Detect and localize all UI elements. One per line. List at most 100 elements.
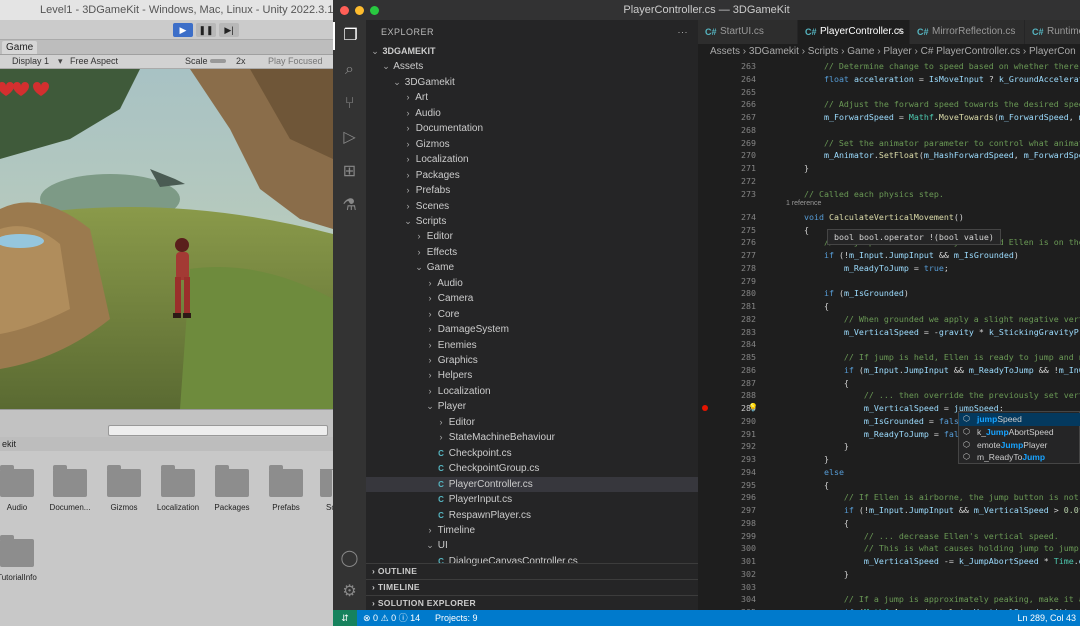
folder-item[interactable]: Packages	[205, 465, 259, 512]
folder-item[interactable]: Audio	[0, 465, 44, 512]
codelens-references[interactable]: 1 reference	[786, 199, 821, 209]
file-item[interactable]: C Checkpoint.cs	[366, 446, 698, 462]
folder-item[interactable]: Gizmos	[97, 465, 151, 512]
code-line[interactable]: 287 {	[698, 377, 1080, 390]
folder-item[interactable]: ⌄ Player	[366, 399, 698, 415]
folder-item[interactable]: › Editor	[366, 415, 698, 431]
folder-item[interactable]: › Packages	[366, 168, 698, 184]
code-line[interactable]: 285 // If jump is held, Ellen is ready t…	[698, 351, 1080, 364]
folder-item[interactable]: Prefabs	[259, 465, 313, 512]
suggestion-item[interactable]: ⬡ jumpSpeed	[959, 413, 1080, 426]
source-control-icon[interactable]: ⑂	[333, 90, 366, 118]
folder-item[interactable]: › Core	[366, 307, 698, 323]
code-line[interactable]: 277 if (!m_Input.JumpInput && m_IsGround…	[698, 249, 1080, 262]
timeline-section[interactable]: › TIMELINE	[366, 579, 698, 595]
file-item[interactable]: C CheckpointGroup.cs	[366, 461, 698, 477]
folder-item[interactable]: › Localization	[366, 384, 698, 400]
code-line[interactable]: 271 }	[698, 162, 1080, 175]
project-search-input[interactable]	[108, 425, 328, 436]
explorer-icon[interactable]: ❐	[333, 22, 366, 50]
breakpoint-icon[interactable]	[702, 405, 708, 411]
folder-item[interactable]: › Helpers	[366, 368, 698, 384]
problems-indicator[interactable]: ⊗ 0 ⚠ 0 ⓘ 14	[363, 610, 420, 626]
code-line[interactable]: 295 {	[698, 479, 1080, 492]
code-line[interactable]: 270 m_Animator.SetFloat(m_HashForwardSpe…	[698, 149, 1080, 162]
solution-explorer-section[interactable]: › SOLUTION EXPLORER	[366, 595, 698, 610]
code-line[interactable]: 279	[698, 275, 1080, 288]
code-line[interactable]: 284	[698, 338, 1080, 351]
play-focused-dropdown[interactable]: Play Focused	[268, 56, 323, 66]
code-line[interactable]: 286 if (m_Input.JumpInput && m_ReadyToJu…	[698, 364, 1080, 377]
code-line[interactable]: 297 if (!m_Input.JumpInput && m_Vertical…	[698, 504, 1080, 517]
folder-item[interactable]: › Effects	[366, 245, 698, 261]
code-line[interactable]: 288 // ... then override the previously …	[698, 389, 1080, 402]
code-line[interactable]: 267 m_ForwardSpeed = Mathf.MoveTowards(m…	[698, 111, 1080, 124]
code-line[interactable]: 272	[698, 175, 1080, 188]
suggestion-item[interactable]: ⬡ k_JumpAbortSpeed	[959, 426, 1080, 439]
folder-item[interactable]: › Enemies	[366, 338, 698, 354]
code-line[interactable]: 302 }	[698, 568, 1080, 581]
suggestion-item[interactable]: ⬡ emoteJumpPlayer	[959, 439, 1080, 452]
code-line[interactable]: 266 // Adjust the forward speed towards …	[698, 98, 1080, 111]
minimize-window-icon[interactable]	[355, 6, 364, 15]
pause-button[interactable]: ❚❚	[196, 23, 216, 37]
step-button[interactable]: ▶|	[219, 23, 239, 37]
game-tab[interactable]: Game	[2, 41, 38, 54]
folder-item[interactable]: ⌄ Scripts	[366, 214, 698, 230]
tab-playercontroller[interactable]: C# PlayerController.cs ×	[798, 20, 910, 44]
code-line[interactable]: 280 if (m_IsGrounded)	[698, 287, 1080, 300]
code-line[interactable]: 283 m_VerticalSpeed = -gravity * k_Stick…	[698, 326, 1080, 339]
extensions-icon[interactable]: ⊞	[333, 158, 366, 186]
code-line[interactable]: 265	[698, 86, 1080, 99]
folder-item[interactable]: › DamageSystem	[366, 322, 698, 338]
folder-item[interactable]: › Documentation	[366, 121, 698, 137]
projects-status[interactable]: Projects: 9	[435, 610, 478, 626]
remote-icon[interactable]: ⇵	[333, 610, 357, 626]
folder-item[interactable]: › Graphics	[366, 353, 698, 369]
close-tab-icon[interactable]: ×	[897, 20, 903, 44]
game-viewport[interactable]	[0, 69, 333, 409]
code-line[interactable]: 268	[698, 124, 1080, 137]
folder-item[interactable]: › Art	[366, 90, 698, 106]
folder-item[interactable]: › Camera	[366, 291, 698, 307]
search-icon[interactable]: ⌕	[333, 56, 366, 84]
code-line[interactable]: 303	[698, 581, 1080, 594]
folder-item[interactable]: › Gizmos	[366, 137, 698, 153]
code-line[interactable]: 264 float acceleration = IsMoveInput ? k…	[698, 73, 1080, 86]
folder-item[interactable]: › Editor	[366, 229, 698, 245]
code-line[interactable]: 301 m_VerticalSpeed -= k_JumpAbortSpeed …	[698, 555, 1080, 568]
folder-item[interactable]: ⌄ UI	[366, 538, 698, 554]
breadcrumb[interactable]: Assets › 3DGamekit › Scripts › Game › Pl…	[698, 44, 1080, 60]
code-line[interactable]: 299 // ... decrease Ellen's vertical spe…	[698, 530, 1080, 543]
folder-item[interactable]: › Localization	[366, 152, 698, 168]
code-line[interactable]: 300 // This is what causes holding jump …	[698, 542, 1080, 555]
cursor-position[interactable]: Ln 289, Col 43	[1017, 610, 1076, 626]
folder-item[interactable]: Localization	[151, 465, 205, 512]
run-debug-icon[interactable]: ▷	[333, 124, 366, 152]
folder-item[interactable]: › Timeline	[366, 523, 698, 539]
close-window-icon[interactable]	[340, 6, 349, 15]
folder-item[interactable]: ⌄ Assets	[366, 59, 698, 75]
file-item[interactable]: C RespawnPlayer.cs	[366, 508, 698, 524]
testing-icon[interactable]: ⚗	[333, 192, 366, 220]
maximize-window-icon[interactable]	[370, 6, 379, 15]
display-dropdown[interactable]: Display 1	[12, 56, 49, 66]
tab-mirrorreflection[interactable]: C# MirrorReflection.cs	[910, 20, 1025, 44]
folder-item[interactable]: ⌄ 3DGamekit	[366, 75, 698, 91]
code-line[interactable]: 304 // If a jump is approximately peakin…	[698, 593, 1080, 606]
folder-item[interactable]: ⌄ 3DGAMEKIT	[366, 44, 698, 60]
code-line[interactable]: 296 // If Ellen is airborne, the jump bu…	[698, 491, 1080, 504]
code-line[interactable]: 269 // Set the animator parameter to con…	[698, 137, 1080, 150]
folder-item[interactable]: Sc	[306, 469, 333, 512]
folder-item[interactable]: › Audio	[366, 106, 698, 122]
code-line[interactable]: 298 {	[698, 517, 1080, 530]
code-line[interactable]: 263 // Determine change to speed based o…	[698, 60, 1080, 73]
folder-item[interactable]: › StateMachineBehaviour	[366, 430, 698, 446]
tab-runtime[interactable]: C#Runtime	[1025, 20, 1080, 44]
play-button[interactable]: ▶	[173, 23, 193, 37]
more-actions-icon[interactable]: ···	[678, 20, 689, 44]
folder-item[interactable]: ⌄ Game	[366, 260, 698, 276]
code-line[interactable]: 294 else	[698, 466, 1080, 479]
account-icon[interactable]: ◯	[333, 545, 366, 573]
code-line[interactable]: 274 void CalculateVerticalMovement()	[698, 211, 1080, 224]
